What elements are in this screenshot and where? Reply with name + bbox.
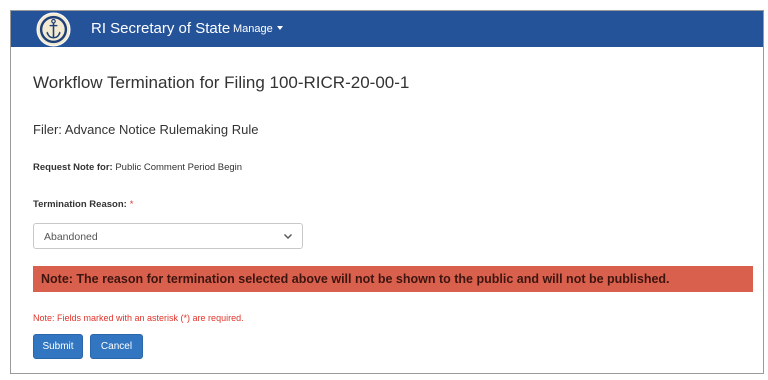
request-note: Request Note for: Public Comment Period …	[33, 162, 242, 173]
termination-warning-alert: Note: The reason for termination selecte…	[33, 266, 753, 292]
manage-dropdown[interactable]: Manage	[233, 23, 283, 35]
chevron-down-icon	[284, 234, 292, 239]
required-fields-note: Note: Fields marked with an asterisk (*)…	[33, 313, 244, 323]
termination-reason-select[interactable]: Abandoned	[33, 223, 303, 249]
alert-text: Note: The reason for termination selecte…	[41, 272, 670, 286]
filer-text: Filer: Advance Notice Rulemaking Rule	[33, 122, 259, 137]
top-navbar: RI Secretary of State Manage	[11, 11, 763, 47]
app-window: RI Secretary of State Manage Workflow Te…	[10, 10, 764, 374]
page-title: Workflow Termination for Filing 100-RICR…	[33, 73, 410, 92]
required-asterisk: *	[129, 199, 134, 210]
request-note-value: Public Comment Period Begin	[115, 162, 243, 173]
caret-down-icon	[276, 26, 283, 30]
request-note-label: Request Note for:	[33, 162, 113, 173]
termination-reason-label-text: Termination Reason:	[33, 199, 127, 210]
termination-reason-label: Termination Reason: *	[33, 199, 133, 210]
anchor-seal-icon[interactable]	[36, 12, 71, 47]
cancel-button[interactable]: Cancel	[90, 334, 143, 359]
app-title[interactable]: RI Secretary of State	[91, 20, 230, 37]
termination-reason-value: Abandoned	[44, 231, 98, 243]
manage-label: Manage	[233, 23, 273, 35]
submit-button[interactable]: Submit	[33, 334, 83, 359]
